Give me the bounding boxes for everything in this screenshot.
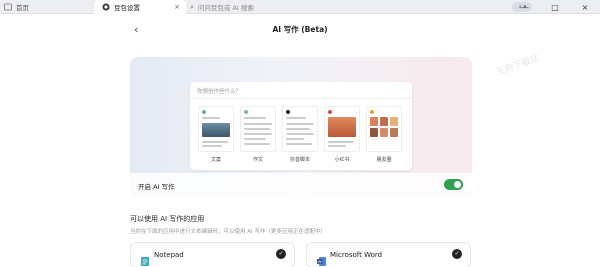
preview-prompt-input: 你想创作些什么？	[197, 89, 242, 95]
page-title: AI 写作 (Beta)	[272, 25, 328, 34]
template-icon	[370, 110, 374, 114]
text-line	[328, 141, 354, 143]
template-card-xiaohongshu	[324, 106, 360, 152]
tab-home[interactable]: 首页	[2, 0, 90, 14]
text-line	[286, 128, 310, 130]
section-description: 当你在下面的应用中进行文本编辑时，可以使用 AI 写作（更多应用正在适配中）	[130, 229, 326, 235]
title-bar: 首页 豆包设置 × ⌕ 问问豆包或 AI 搜索 ↓ ▾ — □ ×	[0, 0, 600, 14]
app-card-notepad[interactable]: Notepad ✓	[130, 242, 295, 267]
text-line	[286, 133, 314, 135]
template-image	[328, 117, 356, 137]
text-line	[244, 143, 270, 145]
template-card-essay	[240, 106, 276, 152]
svg-text:W: W	[318, 259, 322, 264]
text-line	[328, 145, 346, 147]
text-line	[244, 133, 272, 135]
template-image	[390, 128, 398, 137]
word-icon: W	[317, 251, 326, 266]
checkmark-icon[interactable]: ✓	[276, 249, 286, 259]
minimize-button[interactable]: —	[510, 0, 540, 14]
toggle-knob	[454, 181, 461, 188]
app-name: Notepad	[154, 251, 184, 259]
template-label: 抖音脚本	[289, 157, 310, 163]
template-image	[380, 117, 388, 126]
toggle-label: 开启 AI 写作	[138, 183, 175, 191]
text-line	[286, 143, 312, 145]
text-line	[202, 117, 220, 119]
text-line	[244, 123, 272, 125]
text-line	[286, 123, 314, 125]
template-card-douyin-script	[282, 106, 318, 152]
template-image	[202, 123, 230, 137]
ai-writing-toggle-row: 开启 AI 写作	[130, 173, 472, 197]
text-line	[202, 145, 222, 147]
window-controls: — □ ×	[510, 0, 600, 14]
text-line	[286, 138, 304, 140]
search-input[interactable]: ⌕ 问问豆包或 AI 搜索	[190, 0, 480, 14]
template-card-copywriting	[198, 106, 234, 152]
ai-writing-preview-panel: 你想创作些什么？ 文案 作文 抖音脚本 小红书 朋友圈	[190, 82, 412, 170]
template-label: 小红书	[334, 157, 350, 163]
tab-settings-label: 豆包设置	[114, 4, 140, 12]
template-label: 作文	[252, 157, 263, 163]
notepad-icon	[141, 251, 149, 266]
browser-icon	[4, 3, 12, 11]
app-card-word[interactable]: W Microsoft Word ✓	[306, 242, 471, 267]
watermark: 天府下载站	[495, 53, 541, 79]
checkmark-icon[interactable]: ✓	[452, 249, 462, 259]
tab-settings[interactable]: 豆包设置 ×	[94, 0, 186, 14]
section-title: 可以使用 AI 写作的应用	[130, 215, 205, 223]
close-window-button[interactable]: ×	[570, 0, 600, 14]
tab-home-label: 首页	[16, 4, 29, 12]
template-icon	[328, 110, 332, 114]
divider	[190, 98, 412, 99]
template-label: 朋友圈	[376, 157, 392, 163]
ai-writing-toggle[interactable]	[444, 179, 463, 190]
close-tab-icon[interactable]: ×	[174, 3, 180, 11]
maximize-button[interactable]: □	[540, 0, 570, 14]
template-image	[370, 128, 378, 137]
template-icon	[286, 110, 290, 114]
app-name: Microsoft Word	[330, 251, 383, 259]
template-image	[380, 128, 388, 137]
template-icon	[202, 110, 206, 114]
template-image	[390, 117, 398, 126]
search-placeholder: 问问豆包或 AI 搜索	[197, 4, 254, 12]
template-label: 文案	[210, 157, 221, 163]
template-card-moments	[366, 106, 402, 152]
template-icon	[244, 110, 248, 114]
search-icon: ⌕	[190, 2, 194, 11]
text-line	[286, 117, 306, 119]
template-image	[370, 117, 378, 126]
text-line	[244, 128, 270, 130]
text-line	[244, 117, 266, 119]
doubao-logo-icon	[102, 3, 110, 11]
text-line	[202, 141, 228, 143]
text-line	[244, 138, 266, 140]
